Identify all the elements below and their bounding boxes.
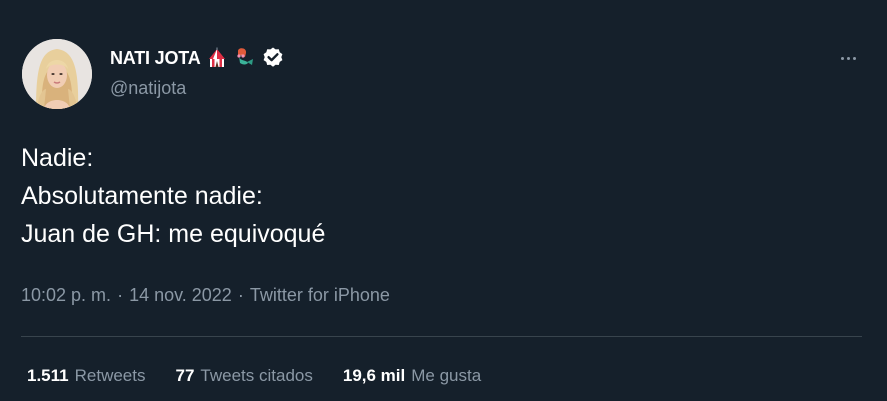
tweet-line: Juan de GH: me equivoqué (21, 220, 326, 248)
tweet-time[interactable]: 10:02 p. m. (21, 285, 111, 306)
likes-label: Me gusta (411, 366, 482, 385)
divider (21, 336, 862, 337)
tweet-metadata: 10:02 p. m. · 14 nov. 2022 · Twitter for… (21, 285, 390, 306)
likes-stat[interactable]: 19,6 mil Me gusta (343, 366, 481, 386)
tweet-line: Absolutamente nadie: (21, 182, 263, 210)
tweet-date[interactable]: 14 nov. 2022 (129, 285, 232, 306)
tweet-card: NATI JOTA @natijota Nadie: Absolutamente… (0, 0, 887, 401)
verified-badge-icon (261, 46, 285, 70)
author-name-row[interactable]: NATI JOTA (110, 45, 285, 71)
avatar-image (22, 39, 92, 109)
meta-separator: · (117, 285, 124, 305)
circus-tent-icon (206, 47, 228, 69)
retweets-count: 1.511 (27, 366, 69, 385)
engagement-stats: 1.511 Retweets 77 Tweets citados 19,6 mi… (27, 366, 511, 386)
tweet-source[interactable]: Twitter for iPhone (250, 285, 390, 306)
quote-tweets-stat[interactable]: 77 Tweets citados (175, 366, 312, 386)
display-name[interactable]: NATI JOTA (110, 48, 201, 69)
quote-tweets-label: Tweets citados (200, 366, 313, 385)
author-handle[interactable]: @natijota (110, 78, 186, 99)
likes-count: 19,6 mil (342, 366, 406, 385)
tweet-line: Nadie: (21, 144, 94, 172)
tweet-text: Nadie: Absolutamente nadie: Juan de GH: … (21, 139, 325, 253)
retweets-stat[interactable]: 1.511 Retweets (27, 366, 145, 386)
retweets-label: Retweets (74, 366, 146, 385)
quote-tweets-count: 77 (175, 366, 195, 385)
meta-separator: · (237, 285, 244, 305)
mermaid-icon (233, 47, 255, 69)
avatar[interactable] (22, 39, 92, 109)
more-options-icon[interactable] (834, 48, 862, 68)
